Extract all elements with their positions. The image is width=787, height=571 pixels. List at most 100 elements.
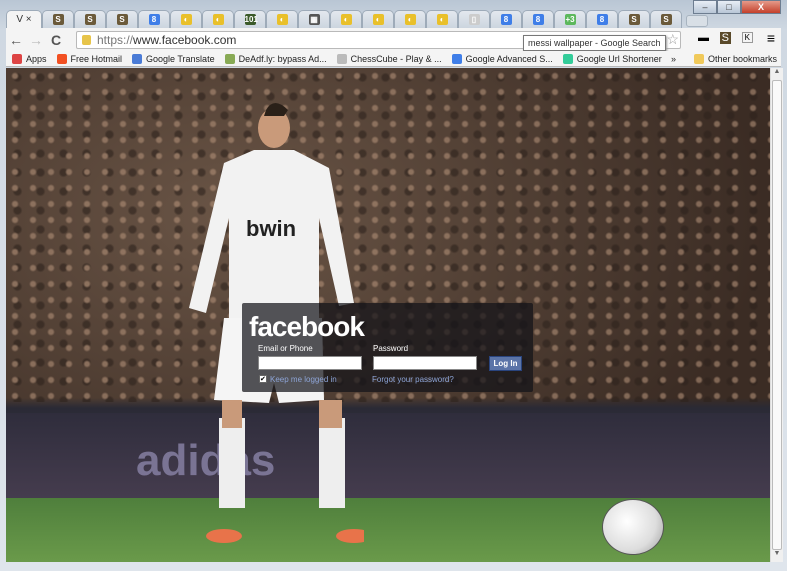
scroll-down-icon[interactable]: ▼ xyxy=(771,550,783,562)
tab[interactable]: S xyxy=(42,10,74,28)
tab-title: V xyxy=(16,14,24,25)
tab-favicon-icon: 8 xyxy=(532,14,544,25)
scroll-thumb[interactable] xyxy=(772,80,782,550)
bookmark-item[interactable]: Google Advanced S... xyxy=(451,53,553,64)
tab[interactable]: S xyxy=(650,10,682,28)
other-bookmarks-label: Other bookmarks xyxy=(707,53,777,64)
bookmark-label: Google Translate xyxy=(146,53,215,64)
new-tab-button[interactable] xyxy=(686,15,708,27)
extension-k-icon[interactable]: K xyxy=(741,32,753,43)
tab[interactable]: ◐ xyxy=(170,10,202,28)
url-scheme: https:// xyxy=(97,33,134,47)
tab-favicon-icon: S xyxy=(116,14,128,25)
tab[interactable]: ◐ xyxy=(202,10,234,28)
bookmark-item[interactable]: DeAdf.ly: bypass Ad... xyxy=(224,53,327,64)
bookmarks-bar: Apps Free Hotmail Google Translate DeAdf.ly… xyxy=(6,51,781,67)
bookmark-item[interactable]: Apps xyxy=(12,53,47,64)
page-content: adidas bwin facebook Email or Phone Pass… xyxy=(6,68,770,562)
tab-favicon-icon: 101 xyxy=(244,14,258,25)
tab-favicon-icon: ◐ xyxy=(276,14,288,25)
bookmark-label: Free Hotmail xyxy=(70,53,123,64)
bookmark-star-icon[interactable]: ☆ xyxy=(666,31,679,48)
vertical-scrollbar[interactable]: ▲ ▼ xyxy=(770,68,783,562)
bookmark-favicon-icon xyxy=(562,53,573,64)
tab[interactable]: S xyxy=(74,10,106,28)
tab-favicon-icon: S xyxy=(52,14,64,25)
bookmark-item[interactable]: Google Url Shortener xyxy=(562,53,662,64)
url-host: www.facebook.com xyxy=(133,33,237,47)
tab[interactable]: 8 xyxy=(522,10,554,28)
menu-icon[interactable]: ≡ xyxy=(767,30,775,46)
tab-favicon-icon: S xyxy=(84,14,96,25)
tab-favicon-icon: S xyxy=(628,14,640,25)
folder-icon xyxy=(693,53,704,64)
tab-favicon-icon: ◐ xyxy=(436,14,448,25)
bookmark-item[interactable]: Google Translate xyxy=(132,53,215,64)
stadium-banner xyxy=(6,413,770,498)
tab-favicon-icon: S xyxy=(660,14,672,25)
scroll-up-icon[interactable]: ▲ xyxy=(771,68,783,80)
password-input[interactable] xyxy=(373,356,477,370)
bookmarks-overflow-button[interactable]: » xyxy=(671,54,676,64)
tab[interactable]: ◐ xyxy=(362,10,394,28)
back-button[interactable]: ← xyxy=(6,32,26,48)
extension-glasses-icon[interactable]: ▬ xyxy=(698,32,709,44)
tab-favicon-icon: ◐ xyxy=(404,14,416,25)
close-window-button[interactable]: X xyxy=(741,0,781,14)
other-bookmarks[interactable]: Other bookmarks xyxy=(693,53,777,64)
extension-s-icon[interactable]: S xyxy=(719,32,731,44)
tab-strip: V × S S S 8 ◐ ◐ 101 ◐ ▦ ◐ ◐ ◐ ◐ ▯ 8 8 +3 8 S S xyxy=(6,10,708,28)
login-button[interactable]: Log In xyxy=(489,356,522,371)
bookmark-favicon-icon xyxy=(12,53,22,64)
tab[interactable]: ▦ xyxy=(298,10,330,28)
jersey-sponsor: bwin xyxy=(246,216,296,241)
tab-favicon-icon: 8 xyxy=(596,14,608,25)
keep-logged-checkbox[interactable]: ✔ xyxy=(259,375,267,383)
email-label: Email or Phone xyxy=(258,344,313,353)
bookmark-item[interactable]: Free Hotmail xyxy=(56,53,123,64)
facebook-logo: facebook xyxy=(249,311,365,342)
bookmark-favicon-icon xyxy=(132,53,143,64)
tab[interactable]: ◐ xyxy=(394,10,426,28)
bookmark-label: DeAdf.ly: bypass Ad... xyxy=(238,53,327,64)
bookmark-label: Google Url Shortener xyxy=(576,53,662,64)
facebook-login-box: facebook Email or Phone Password Log In … xyxy=(242,303,533,392)
tab[interactable]: S xyxy=(106,10,138,28)
tab-favicon-icon: ◐ xyxy=(372,14,384,25)
tab[interactable]: ◐ xyxy=(426,10,458,28)
email-input[interactable] xyxy=(258,356,362,370)
tab[interactable]: ◐ xyxy=(330,10,362,28)
tab[interactable]: S xyxy=(618,10,650,28)
password-label: Password xyxy=(373,344,409,353)
tab[interactable]: ▯ xyxy=(458,10,490,28)
bookmark-label: Apps xyxy=(26,53,47,64)
keep-logged-label[interactable]: Keep me logged in xyxy=(270,375,337,384)
forward-button[interactable]: → xyxy=(26,32,46,48)
tab[interactable]: 8 xyxy=(490,10,522,28)
tab-favicon-icon: ◐ xyxy=(212,14,224,25)
tab-favicon-icon: 8 xyxy=(500,14,512,25)
tooltip: messi wallpaper - Google Search xyxy=(523,35,666,51)
tab[interactable]: V × xyxy=(6,10,42,28)
tab[interactable]: ◐ xyxy=(266,10,298,28)
tab-favicon-icon: ◐ xyxy=(340,14,352,25)
soccer-ball xyxy=(602,499,664,555)
bookmark-favicon-icon xyxy=(451,53,462,64)
tab-close-icon[interactable]: × xyxy=(26,14,32,25)
maximize-button[interactable]: □ xyxy=(717,0,741,14)
tab[interactable]: 8 xyxy=(586,10,618,28)
bookmark-favicon-icon xyxy=(56,53,67,64)
tab[interactable]: 101 xyxy=(234,10,266,28)
tab-favicon-icon: ▯ xyxy=(468,14,480,25)
tab[interactable]: 8 xyxy=(138,10,170,28)
tab-favicon-icon: +3 xyxy=(564,14,576,25)
bookmark-label: ChessCube - Play & ... xyxy=(350,53,442,64)
tab[interactable]: +3 xyxy=(554,10,586,28)
bookmark-favicon-icon xyxy=(336,53,347,64)
tab-favicon-icon: ◐ xyxy=(180,14,192,25)
reload-button[interactable]: C xyxy=(46,32,66,48)
bookmark-item[interactable]: ChessCube - Play & ... xyxy=(336,53,442,64)
forgot-password-link[interactable]: Forgot your password? xyxy=(372,375,454,384)
bookmark-label: Google Advanced S... xyxy=(465,53,553,64)
tab-favicon-icon: 8 xyxy=(148,14,160,25)
